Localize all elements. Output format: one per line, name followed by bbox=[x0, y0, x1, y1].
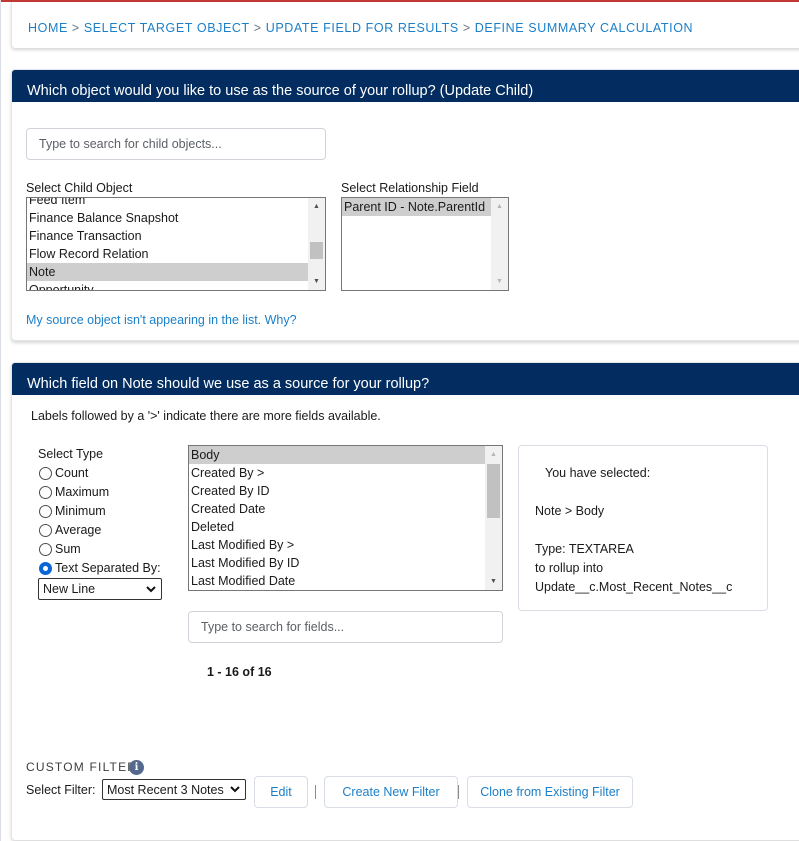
radio-label: Average bbox=[55, 523, 102, 537]
field-search-input[interactable] bbox=[188, 611, 503, 643]
child-object-label: Select Child Object bbox=[26, 181, 133, 195]
relationship-field-option-selected[interactable]: Parent ID - Note.ParentId bbox=[342, 198, 491, 216]
edit-filter-button[interactable]: Edit bbox=[254, 776, 308, 808]
source-field-option[interactable]: Created Date bbox=[189, 500, 485, 518]
radio-button-checked[interactable] bbox=[39, 561, 52, 575]
relationship-field-label: Select Relationship Field bbox=[341, 181, 479, 195]
separator-select[interactable]: New Line bbox=[38, 578, 162, 600]
radio-button[interactable] bbox=[39, 504, 52, 518]
select-filter-label: Select Filter: bbox=[26, 783, 96, 797]
type-radio-count[interactable]: Count bbox=[39, 464, 88, 482]
breadcrumb-select-target-object[interactable]: SELECT TARGET OBJECT bbox=[84, 21, 250, 35]
child-object-search-input[interactable] bbox=[26, 128, 326, 160]
child-object-scrollbar[interactable]: ▲ ▼ bbox=[308, 198, 325, 290]
radio-button[interactable] bbox=[39, 542, 52, 556]
filter-select[interactable]: Most Recent 3 Notes bbox=[102, 779, 246, 800]
type-radio-average[interactable]: Average bbox=[39, 521, 101, 539]
type-radio-maximum[interactable]: Maximum bbox=[39, 483, 109, 501]
summary-target-field: Update__c.Most_Recent_Notes__c bbox=[535, 580, 733, 594]
radio-label: Text Separated By: bbox=[55, 561, 161, 575]
breadcrumb-separator: > bbox=[462, 21, 471, 35]
source-field-option[interactable]: Last Modified By > bbox=[189, 536, 485, 554]
child-object-option[interactable]: Finance Transaction bbox=[27, 227, 308, 245]
scroll-up-arrow-icon[interactable]: ▲ bbox=[308, 198, 325, 215]
scroll-down-arrow-icon[interactable]: ▼ bbox=[485, 573, 502, 590]
type-radio-text-separated-by[interactable]: Text Separated By: bbox=[39, 559, 161, 577]
breadcrumb-separator: > bbox=[71, 21, 80, 35]
fields-hint-text: Labels followed by a '>' indicate there … bbox=[31, 409, 381, 423]
child-object-listbox[interactable]: Feed Item Finance Balance Snapshot Finan… bbox=[26, 197, 326, 291]
divider bbox=[315, 785, 316, 799]
child-object-option[interactable]: Feed Item bbox=[27, 198, 308, 209]
source-field-header: Which field on Note should we use as a s… bbox=[12, 363, 799, 395]
scroll-down-arrow-icon[interactable]: ▼ bbox=[491, 273, 508, 290]
custom-filter-title: CUSTOM FILTER bbox=[26, 760, 138, 774]
source-field-option-selected[interactable]: Body bbox=[189, 446, 485, 464]
summary-path: Note > Body bbox=[535, 504, 605, 518]
type-radio-minimum[interactable]: Minimum bbox=[39, 502, 106, 520]
child-object-option-selected[interactable]: Note bbox=[27, 263, 308, 281]
page: HOME > SELECT TARGET OBJECT > UPDATE FIELD F… bbox=[0, 0, 799, 841]
filter-select-value: Most Recent 3 Notes bbox=[107, 782, 224, 797]
breadcrumb-update-field-for-results[interactable]: UPDATE FIELD FOR RESULTS bbox=[266, 21, 459, 35]
child-object-option[interactable]: Opportunity bbox=[27, 281, 308, 290]
divider bbox=[458, 785, 459, 799]
breadcrumb-separator: > bbox=[253, 21, 262, 35]
radio-button[interactable] bbox=[39, 485, 52, 499]
source-field-option[interactable]: Created By > bbox=[189, 464, 485, 482]
missing-source-object-help-link[interactable]: My source object isn't appearing in the … bbox=[26, 313, 297, 327]
source-field-option[interactable]: Deleted bbox=[189, 518, 485, 536]
type-radio-sum[interactable]: Sum bbox=[39, 540, 81, 558]
separator-select-value: New Line bbox=[43, 582, 96, 596]
chevron-down-icon bbox=[146, 586, 156, 593]
select-type-label: Select Type bbox=[38, 447, 104, 461]
scroll-up-arrow-icon[interactable]: ▲ bbox=[485, 446, 502, 463]
scroll-thumb[interactable] bbox=[487, 464, 500, 518]
source-object-header: Which object would you like to use as th… bbox=[12, 70, 799, 102]
source-object-card: Which object would you like to use as th… bbox=[11, 69, 799, 341]
relationship-field-scrollbar[interactable]: ▲ ▼ bbox=[491, 198, 508, 290]
radio-label: Maximum bbox=[55, 485, 110, 499]
radio-label: Count bbox=[55, 466, 89, 480]
info-icon[interactable]: i bbox=[129, 760, 144, 775]
child-object-option[interactable]: Flow Record Relation bbox=[27, 245, 308, 263]
source-field-listbox[interactable]: Body Created By > Created By ID Created … bbox=[188, 445, 503, 591]
scroll-down-arrow-icon[interactable]: ▼ bbox=[308, 273, 325, 290]
source-field-card: Which field on Note should we use as a s… bbox=[11, 362, 799, 840]
breadcrumb-define-summary-calculation[interactable]: DEFINE SUMMARY CALCULATION bbox=[475, 21, 693, 35]
child-object-option[interactable]: Finance Balance Snapshot bbox=[27, 209, 308, 227]
radio-button[interactable] bbox=[39, 523, 52, 537]
radio-label: Sum bbox=[55, 542, 81, 556]
source-field-option[interactable]: Last Modified By ID bbox=[189, 554, 485, 572]
summary-title: You have selected: bbox=[545, 466, 651, 480]
breadcrumb-home[interactable]: HOME bbox=[28, 21, 68, 35]
source-field-option[interactable]: Last Modified Date bbox=[189, 572, 485, 590]
create-new-filter-button[interactable]: Create New Filter bbox=[324, 776, 458, 808]
scroll-thumb[interactable] bbox=[310, 242, 323, 259]
summary-rollup-into-label: to rollup into bbox=[535, 561, 604, 575]
selection-summary-box: You have selected: Note > Body Type: TEX… bbox=[518, 445, 768, 611]
scroll-up-arrow-icon[interactable]: ▲ bbox=[491, 198, 508, 215]
summary-type: Type: TEXTAREA bbox=[535, 542, 634, 556]
relationship-field-listbox[interactable]: Parent ID - Note.ParentId ▲ ▼ bbox=[341, 197, 509, 291]
clone-filter-button[interactable]: Clone from Existing Filter bbox=[467, 776, 633, 808]
breadcrumb-card: HOME > SELECT TARGET OBJECT > UPDATE FIELD F… bbox=[11, 2, 799, 48]
source-field-scrollbar[interactable]: ▲ ▼ bbox=[485, 446, 502, 590]
breadcrumb: HOME > SELECT TARGET OBJECT > UPDATE FIELD F… bbox=[28, 21, 693, 35]
source-field-option[interactable]: Created By ID bbox=[189, 482, 485, 500]
radio-label: Minimum bbox=[55, 504, 106, 518]
chevron-down-icon bbox=[230, 786, 240, 793]
radio-button[interactable] bbox=[39, 466, 52, 480]
field-count-label: 1 - 16 of 16 bbox=[207, 665, 272, 679]
